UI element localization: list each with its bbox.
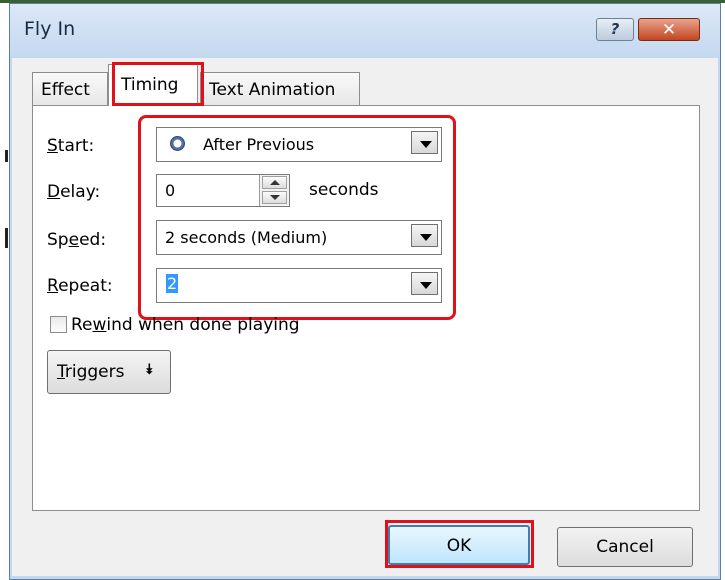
cancel-button[interactable]: Cancel bbox=[557, 527, 693, 567]
timing-tab-highlight bbox=[112, 62, 204, 106]
speed-label: Speed: bbox=[47, 230, 107, 250]
tab-text-animation[interactable]: Text Animation bbox=[200, 72, 360, 106]
repeat-label: Repeat: bbox=[47, 276, 113, 296]
rewind-label[interactable]: Rewind when done playing bbox=[71, 315, 300, 335]
help-icon: ? bbox=[610, 20, 620, 38]
triggers-button[interactable]: Triggers ⯯ bbox=[47, 350, 171, 394]
close-icon: ✕ bbox=[661, 20, 677, 40]
close-button[interactable]: ✕ bbox=[638, 18, 700, 41]
tab-effect[interactable]: Effect bbox=[32, 72, 108, 106]
background-edge bbox=[5, 150, 8, 162]
double-chevron-down-icon: ⯯ bbox=[145, 362, 154, 378]
delay-label: Delay: bbox=[47, 182, 101, 202]
window-title: Fly In bbox=[24, 18, 76, 40]
timing-fields-highlight bbox=[138, 115, 456, 320]
triggers-label: Triggers bbox=[57, 362, 125, 382]
start-label: Start: bbox=[47, 136, 95, 156]
background-edge bbox=[5, 228, 8, 248]
ok-button-highlight bbox=[385, 520, 534, 568]
rewind-checkbox[interactable] bbox=[50, 316, 67, 333]
help-button[interactable]: ? bbox=[596, 18, 634, 41]
